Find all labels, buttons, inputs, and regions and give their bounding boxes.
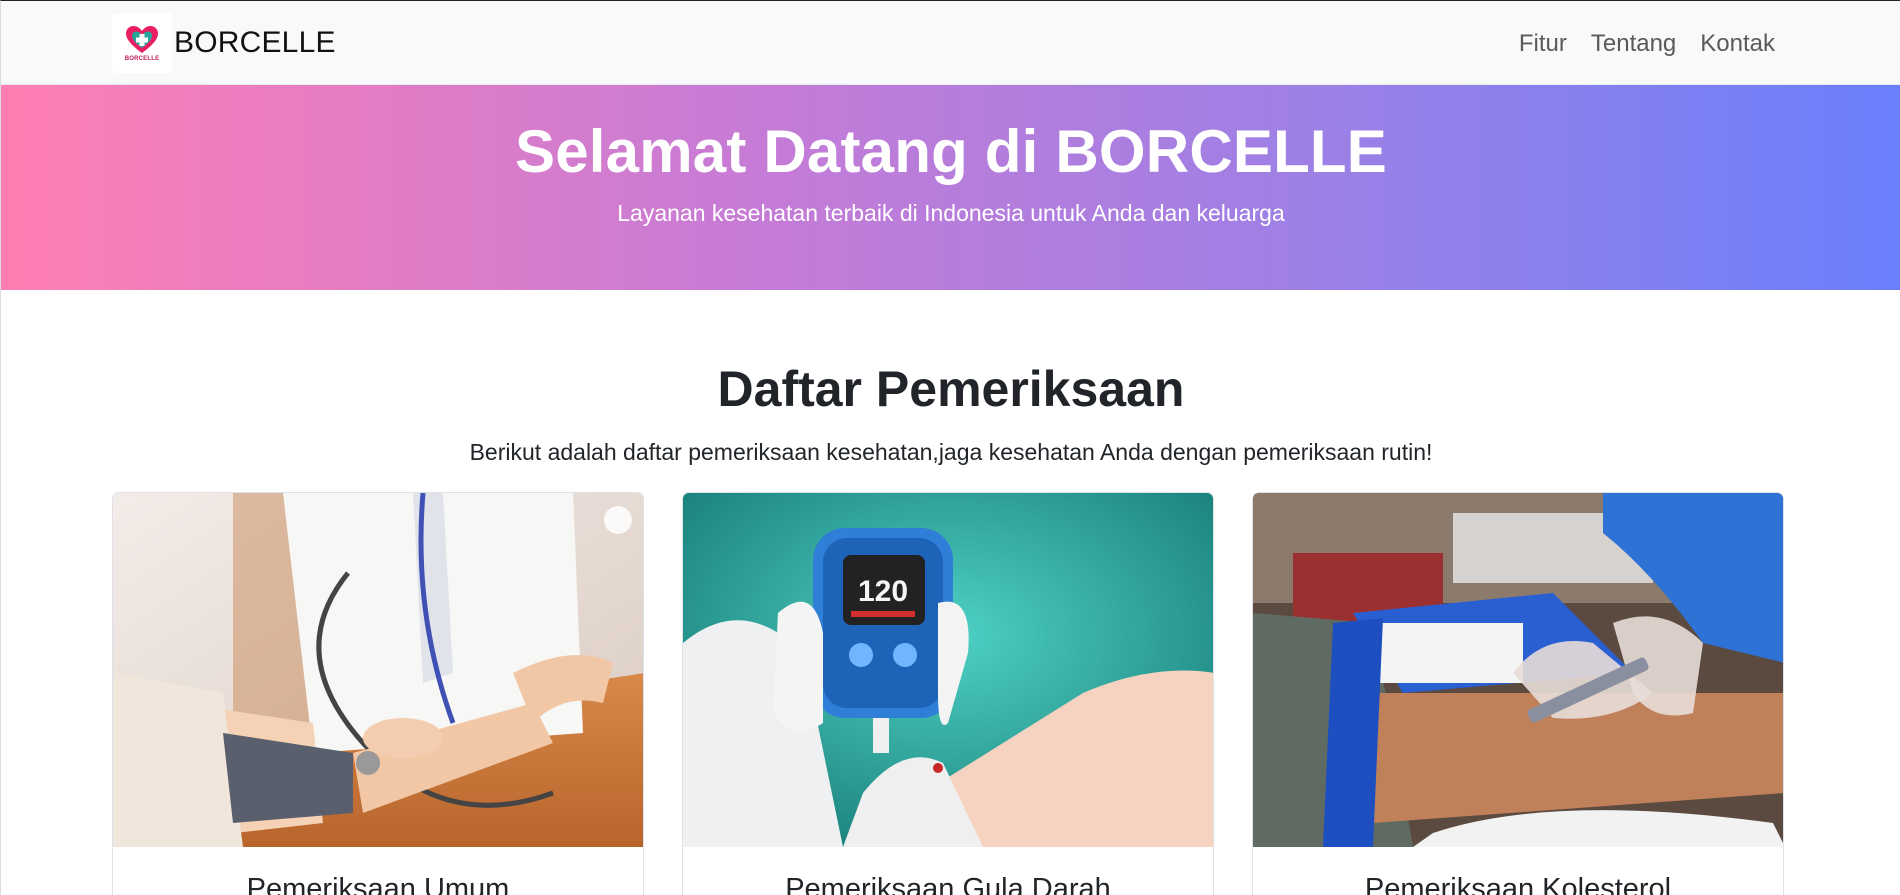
hero-subtitle: Layanan kesehatan terbaik di Indonesia u… — [617, 200, 1285, 226]
brand-link[interactable]: BORCELLE BORCELLE — [112, 13, 336, 73]
hero-banner: Selamat Datang di BORCELLE Layanan keseh… — [1, 85, 1900, 290]
card-title: Pemeriksaan Umum — [246, 873, 510, 895]
cholesterol-image — [1253, 493, 1783, 847]
brand-logo: BORCELLE — [112, 13, 172, 73]
checkup-section: Daftar Pemeriksaan Berikut adalah daftar… — [1, 290, 1900, 466]
brand-name: BORCELLE — [174, 26, 336, 59]
brand-logo-text: BORCELLE — [124, 55, 160, 62]
checkup-cards: Pemeriksaan Umum 120 Pemeriksaan Gula Da… — [112, 492, 1784, 895]
section-title: Daftar Pemeriksaan — [717, 361, 1185, 417]
card-title: Pemeriksaan Kolesterol — [1364, 873, 1672, 895]
heart-cross-icon — [126, 25, 158, 53]
navbar: BORCELLE BORCELLE Fitur Tentang Kontak — [1, 1, 1900, 85]
hero-title: Selamat Datang di BORCELLE — [514, 118, 1387, 185]
card-title: Pemeriksaan Gula Darah — [785, 873, 1111, 895]
nav-link-kontak[interactable]: Kontak — [1700, 30, 1775, 58]
nav-link-tentang[interactable]: Tentang — [1591, 30, 1676, 58]
blood-sugar-image: 120 — [683, 493, 1213, 847]
card-general-checkup[interactable]: Pemeriksaan Umum — [112, 492, 644, 895]
page: BORCELLE BORCELLE Fitur Tentang Kontak S… — [1, 1, 1900, 895]
card-blood-sugar[interactable]: 120 Pemeriksaan Gula Darah — [682, 492, 1214, 895]
general-checkup-image — [113, 493, 643, 847]
meter-reading: 120 — [858, 575, 908, 608]
section-subtitle: Berikut adalah daftar pemeriksaan keseha… — [469, 439, 1433, 465]
nav-links: Fitur Tentang Kontak — [1519, 30, 1775, 58]
nav-link-fitur[interactable]: Fitur — [1519, 30, 1567, 58]
card-cholesterol[interactable]: Pemeriksaan Kolesterol — [1252, 492, 1784, 895]
